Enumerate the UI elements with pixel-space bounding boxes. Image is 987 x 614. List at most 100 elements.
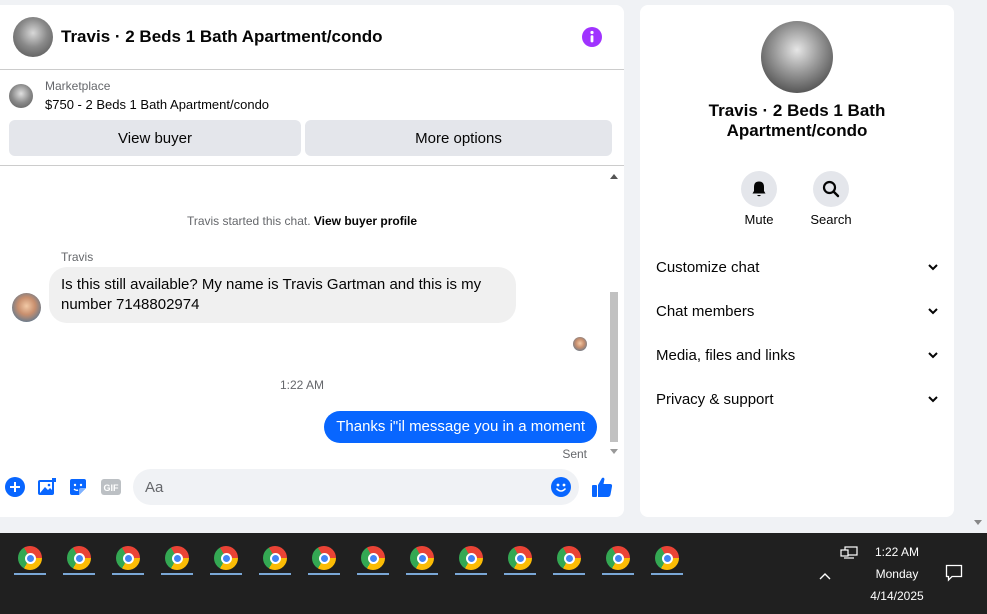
chevron-up-icon[interactable] — [818, 568, 832, 586]
more-options-button[interactable]: More options — [305, 120, 612, 156]
scroll-down-arrow[interactable] — [610, 449, 618, 454]
chrome-center — [367, 552, 379, 564]
clock-date[interactable]: 4/14/2025 — [862, 589, 932, 603]
clock-time[interactable]: 1:22 AM — [862, 545, 932, 559]
taskbar-app[interactable] — [255, 541, 295, 575]
sender-name: Travis — [61, 250, 94, 264]
info-icon[interactable] — [582, 27, 602, 47]
chrome-icon — [508, 546, 532, 570]
clock-day[interactable]: Monday — [862, 567, 932, 581]
sent-status: Sent — [562, 447, 587, 461]
plus-icon[interactable] — [5, 477, 25, 497]
chat-started-text: Travis started this chat. — [186, 214, 311, 228]
chrome-center — [514, 552, 526, 564]
chat-members-section[interactable]: Chat members — [656, 299, 938, 323]
listing-actions: View buyer More options — [9, 120, 612, 156]
chrome-icon — [361, 546, 385, 570]
gif-label: GIF — [104, 483, 120, 493]
incoming-message[interactable]: Is this still available? My name is Trav… — [49, 267, 516, 323]
scroll-up-arrow[interactable] — [610, 174, 618, 179]
bell-icon[interactable] — [741, 171, 777, 207]
chrome-icon — [459, 546, 483, 570]
taskbar-app[interactable] — [353, 541, 393, 575]
running-indicator — [161, 573, 193, 575]
listing-avatar[interactable] — [13, 17, 53, 57]
section-label: Chat members — [656, 302, 755, 320]
chrome-icon — [18, 546, 42, 570]
running-indicator — [112, 573, 144, 575]
view-buyer-button[interactable]: View buyer — [9, 120, 301, 156]
media-files-links-section[interactable]: Media, files and links — [656, 343, 938, 367]
message-scrollbar[interactable] — [608, 170, 620, 458]
chrome-icon — [312, 546, 336, 570]
taskbar-app[interactable] — [500, 541, 540, 575]
search-action[interactable]: Search — [806, 171, 856, 227]
running-indicator — [602, 573, 634, 575]
chrome-center — [465, 552, 477, 564]
sticker-icon[interactable] — [68, 477, 88, 497]
chrome-center — [661, 552, 673, 564]
seen-avatar — [573, 337, 587, 351]
running-indicator — [504, 573, 536, 575]
privacy-support-section[interactable]: Privacy & support — [656, 387, 938, 411]
marketplace-label: Marketplace — [45, 79, 111, 93]
gif-icon[interactable]: GIF — [100, 477, 122, 497]
sender-avatar[interactable] — [12, 293, 41, 322]
message-list: Travis started this chat. View buyer pro… — [0, 166, 624, 462]
view-buyer-profile-link[interactable]: View buyer profile — [314, 214, 417, 228]
message-input[interactable] — [133, 469, 579, 505]
chrome-icon — [263, 546, 287, 570]
chrome-center — [24, 552, 36, 564]
chevron-down-icon — [928, 308, 938, 315]
taskbar-app[interactable] — [451, 541, 491, 575]
running-indicator — [210, 573, 242, 575]
emoji-icon[interactable] — [551, 477, 571, 497]
thumbs-up-icon[interactable] — [590, 475, 614, 499]
chrome-icon — [214, 546, 238, 570]
taskbar-app[interactable] — [59, 541, 99, 575]
taskbar-app[interactable] — [598, 541, 638, 575]
taskbar-app[interactable] — [157, 541, 197, 575]
chrome-center — [416, 552, 428, 564]
chrome-center — [318, 552, 330, 564]
outgoing-message[interactable]: Thanks i"il message you in a moment — [324, 411, 597, 443]
taskbar-app[interactable] — [549, 541, 589, 575]
running-indicator — [357, 573, 389, 575]
chrome-center — [171, 552, 183, 564]
section-label: Privacy & support — [656, 390, 774, 408]
chat-title[interactable]: Travis · 2 Beds 1 Bath Apartment/condo — [61, 27, 383, 47]
chrome-icon — [165, 546, 189, 570]
running-indicator — [14, 573, 46, 575]
customize-chat-section[interactable]: Customize chat — [656, 255, 938, 279]
page-scroll-down-arrow[interactable] — [974, 520, 982, 525]
taskbar-app[interactable] — [647, 541, 687, 575]
listing-thumbnail — [9, 84, 33, 108]
taskbar-app[interactable] — [206, 541, 246, 575]
section-label: Media, files and links — [656, 346, 796, 364]
chrome-icon — [557, 546, 581, 570]
composer: GIF — [0, 469, 624, 505]
chrome-center — [220, 552, 232, 564]
photo-icon[interactable] — [37, 477, 57, 497]
network-icon[interactable] — [840, 546, 858, 565]
chrome-center — [73, 552, 85, 564]
taskbar-app[interactable] — [304, 541, 344, 575]
mute-label: Mute — [744, 212, 774, 227]
running-indicator — [406, 573, 438, 575]
chrome-icon — [116, 546, 140, 570]
taskbar-app[interactable] — [10, 541, 50, 575]
taskbar-app[interactable] — [402, 541, 442, 575]
scroll-thumb[interactable] — [610, 292, 618, 442]
chevron-down-icon — [928, 264, 938, 271]
taskbar-app[interactable] — [108, 541, 148, 575]
chrome-center — [612, 552, 624, 564]
chat-panel: Travis · 2 Beds 1 Bath Apartment/condo M… — [0, 5, 624, 517]
info-avatar[interactable] — [761, 21, 833, 93]
notifications-icon[interactable] — [945, 564, 963, 587]
running-indicator — [553, 573, 585, 575]
chrome-icon — [410, 546, 434, 570]
mute-action[interactable]: Mute — [734, 171, 784, 227]
marketplace-listing[interactable]: Marketplace $750 - 2 Beds 1 Bath Apartme… — [0, 70, 624, 116]
search-icon[interactable] — [813, 171, 849, 207]
chrome-center — [122, 552, 134, 564]
